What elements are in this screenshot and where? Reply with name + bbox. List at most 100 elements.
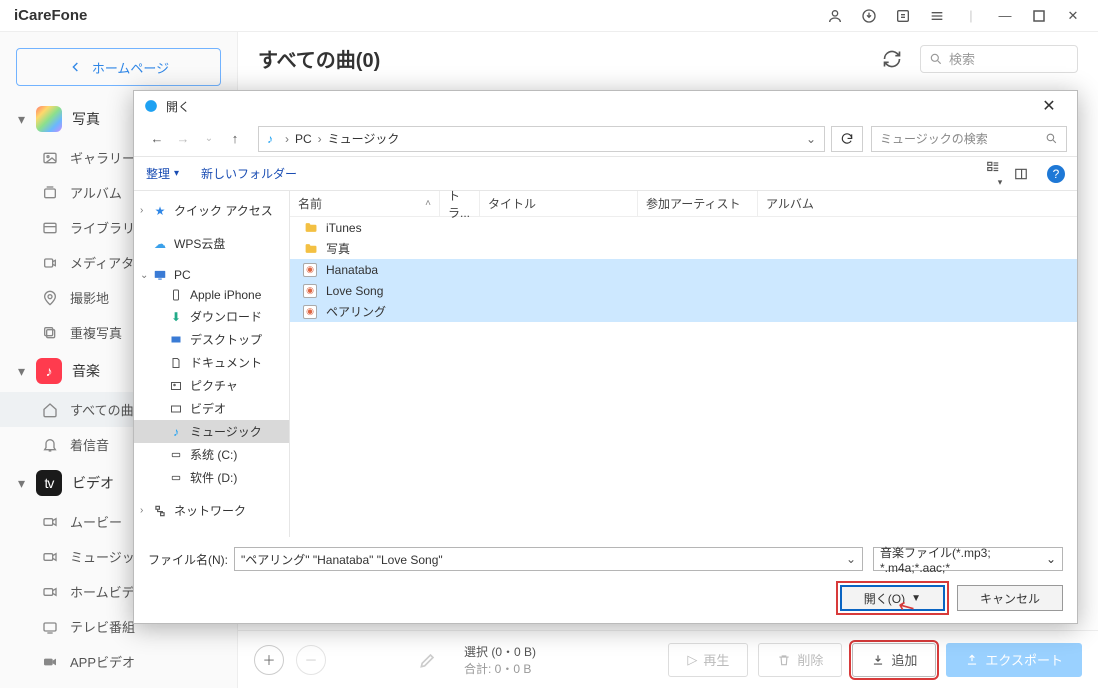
nav-reload-button[interactable]	[831, 126, 863, 152]
back-arrow-icon	[68, 59, 84, 75]
file-row[interactable]: ◉ ペアリング	[290, 301, 1077, 322]
nav-recent-button[interactable]: ⌄	[196, 133, 222, 144]
tree-node[interactable]: ⌄PC	[134, 265, 289, 285]
dialog-titlebar: 開く ✕	[134, 91, 1077, 121]
content-search[interactable]: 検索	[920, 45, 1078, 73]
tree-node[interactable]: Apple iPhone	[134, 285, 289, 305]
music-folder-icon: ♪	[267, 132, 273, 146]
tree-node[interactable]: 软件 (D:)	[134, 466, 289, 489]
category-label: 写真	[72, 109, 100, 129]
file-row[interactable]: ◉Love Song	[290, 280, 1077, 301]
nav-back-button[interactable]: ←	[144, 131, 170, 146]
sidebar-item[interactable]: APPビデオ	[0, 644, 237, 679]
close-icon[interactable]: ✕	[1056, 0, 1090, 32]
view-mode-button[interactable]: ▾	[985, 160, 1013, 188]
music-badge-icon: ♪	[36, 358, 62, 384]
preview-pane-button[interactable]	[1013, 167, 1041, 181]
download-circle-icon[interactable]	[852, 0, 886, 32]
upload-icon	[965, 653, 979, 667]
col-name[interactable]: 名前˄	[290, 191, 440, 216]
refresh-button[interactable]	[878, 45, 906, 73]
file-name: ペアリング	[326, 303, 386, 320]
music-icon: ♪	[168, 425, 184, 439]
add-circle-button[interactable]: ＋	[254, 645, 284, 675]
document-icon	[168, 356, 184, 370]
sidebar-item-label: すべての曲	[70, 400, 134, 419]
file-row[interactable]: ◉Hanataba	[290, 259, 1077, 280]
addr-dropdown-icon[interactable]: ⌄	[806, 132, 816, 146]
filename-dropdown-icon[interactable]: ⌄	[846, 552, 856, 566]
file-row[interactable]: 写真	[290, 238, 1077, 259]
tree-node[interactable]: ドキュメント	[134, 351, 289, 374]
nav-forward-button[interactable]: →	[170, 131, 196, 146]
page-title: すべての曲(0)	[258, 44, 380, 73]
menu-icon[interactable]	[920, 0, 954, 32]
tv-icon	[42, 619, 64, 635]
tree-label: ピクチャ	[190, 377, 238, 394]
file-open-dialog: 開く ✕ ← → ⌄ ↑ ♪ › PC › ミュージック ⌄ ミュージックの検索…	[133, 90, 1078, 624]
file-name: 写真	[326, 240, 350, 257]
tree-node[interactable]: ビデオ	[134, 397, 289, 420]
picture-icon	[168, 380, 184, 392]
address-bar[interactable]: ♪ › PC › ミュージック ⌄	[258, 126, 825, 152]
addr-root: PC	[295, 132, 312, 146]
export-label: エクスポート	[985, 650, 1063, 669]
help-button[interactable]: ?	[1047, 165, 1065, 183]
minimize-icon[interactable]: —	[988, 0, 1022, 32]
expand-icon[interactable]: ›	[140, 205, 152, 216]
sidebar-item-label: 撮影地	[70, 288, 109, 307]
location-icon	[42, 290, 64, 306]
star-icon: ★	[152, 204, 168, 218]
home-button[interactable]: ホームページ	[16, 48, 221, 86]
delete-button[interactable]: 削除	[758, 643, 842, 677]
col-album[interactable]: アルバム	[758, 191, 1077, 216]
tree-node[interactable]: デスクトップ	[134, 328, 289, 351]
user-icon[interactable]	[818, 0, 852, 32]
video-badge-icon: tv	[36, 470, 62, 496]
dialog-search[interactable]: ミュージックの検索	[871, 126, 1067, 152]
home-icon	[42, 402, 64, 418]
dialog-close-button[interactable]: ✕	[1029, 96, 1069, 116]
file-list[interactable]: iTunes 写真 ◉Hanataba◉Love Song ◉ ペアリング	[290, 217, 1077, 537]
trash-icon	[777, 653, 791, 667]
drive-icon	[168, 450, 184, 460]
new-folder-button[interactable]: 新しいフォルダー	[201, 165, 297, 182]
col-track[interactable]: トラ...	[440, 191, 480, 216]
expand-icon[interactable]: ›	[140, 505, 152, 516]
transfer-icon[interactable]	[886, 0, 920, 32]
cancel-button[interactable]: キャンセル	[957, 585, 1063, 611]
add-button[interactable]: 追加	[852, 643, 936, 677]
organize-button[interactable]: 整理▾	[146, 165, 179, 182]
folder-tree[interactable]: ›★クイック アクセス ☁WPS云盘 ⌄PCApple iPhone⬇ダウンロードデ…	[134, 191, 290, 537]
filename-input[interactable]: "ペアリング" "Hanataba" "Love Song" ⌄	[234, 547, 863, 571]
file-row[interactable]: iTunes	[290, 217, 1077, 238]
nav-up-button[interactable]: ↑	[222, 131, 248, 146]
tree-node[interactable]: ›★クイック アクセス	[134, 199, 289, 222]
file-type-filter[interactable]: 音楽ファイル(*.mp3; *.m4a;*.aac;* ⌄	[873, 547, 1063, 571]
tree-node[interactable]: ☁WPS云盘	[134, 232, 289, 255]
export-button[interactable]: エクスポート	[946, 643, 1082, 677]
file-name: Love Song	[326, 284, 383, 298]
tree-node[interactable]: ピクチャ	[134, 374, 289, 397]
dialog-title: 開く	[166, 98, 190, 115]
tree-node[interactable]: ♪ ミュージック	[134, 420, 289, 443]
tree-label: ネットワーク	[174, 502, 246, 519]
tree-label: ミュージック	[190, 423, 262, 440]
duplicate-icon	[42, 325, 64, 341]
open-button[interactable]: 開く(O)▼	[840, 585, 945, 611]
col-artist[interactable]: 参加アーティスト	[638, 191, 758, 216]
tree-node[interactable]: 系统 (C:)	[134, 443, 289, 466]
tree-node[interactable]: › ネットワーク	[134, 499, 289, 522]
folder-icon	[302, 242, 318, 255]
tree-label: 系统 (C:)	[190, 446, 237, 463]
remove-circle-button[interactable]: －	[296, 645, 326, 675]
file-columns[interactable]: 名前˄ トラ... タイトル 参加アーティスト アルバム	[290, 191, 1077, 217]
tree-node[interactable]: ⬇ダウンロード	[134, 305, 289, 328]
folder-icon	[302, 221, 318, 234]
play-button[interactable]: ▷再生	[668, 643, 748, 677]
dialog-search-placeholder: ミュージックの検索	[880, 130, 988, 147]
audio-file-icon: ◉	[302, 305, 318, 319]
maximize-icon[interactable]	[1022, 0, 1056, 32]
col-title[interactable]: タイトル	[480, 191, 638, 216]
expand-icon[interactable]: ⌄	[140, 270, 152, 281]
